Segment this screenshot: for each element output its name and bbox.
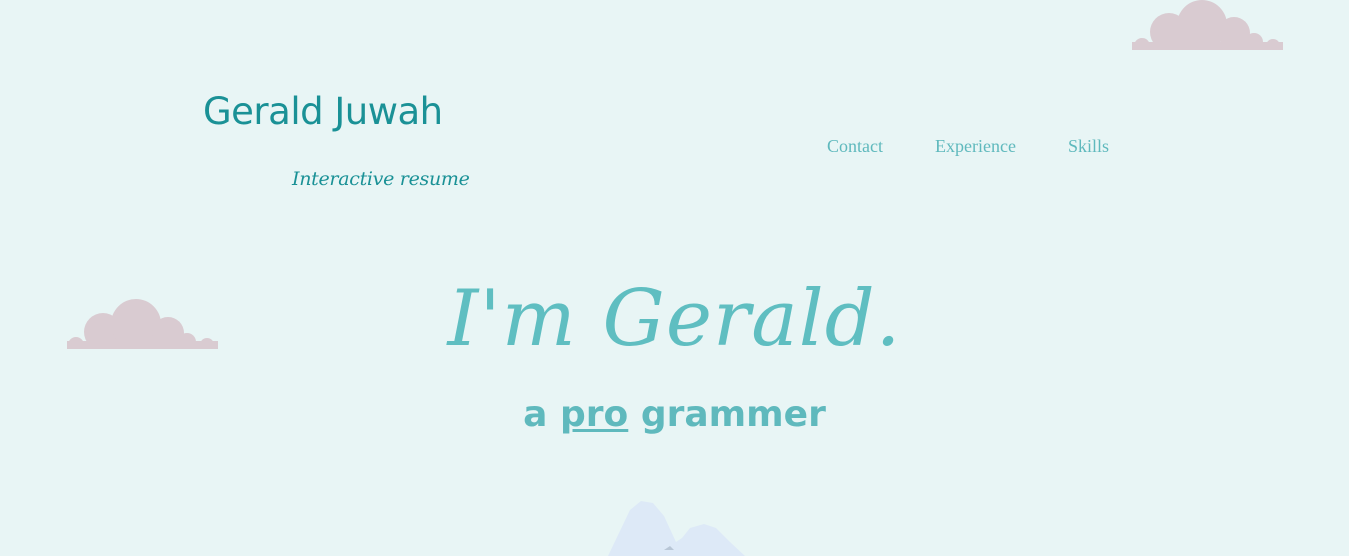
mountain-icon: [608, 501, 745, 556]
nav-item-skills[interactable]: Skills: [1068, 136, 1109, 157]
nav-item-contact[interactable]: Contact: [827, 136, 883, 157]
cloud-icon: [1132, 0, 1283, 50]
site-logo[interactable]: Gerald Juwah: [203, 91, 443, 133]
hero-title: I'm Gerald.: [447, 274, 902, 364]
hero-subtitle-suffix: grammer: [628, 394, 826, 435]
tagline: Interactive resume: [292, 168, 470, 190]
hero-subtitle-emphasis: pro: [560, 394, 629, 435]
nav-item-experience[interactable]: Experience: [935, 136, 1016, 157]
main-nav: Contact Experience Skills: [827, 136, 1109, 157]
hero-subtitle: a pro grammer: [0, 395, 1349, 435]
page: Gerald Juwah Interactive resume Contact …: [0, 0, 1349, 556]
hero-subtitle-prefix: a: [523, 394, 548, 435]
